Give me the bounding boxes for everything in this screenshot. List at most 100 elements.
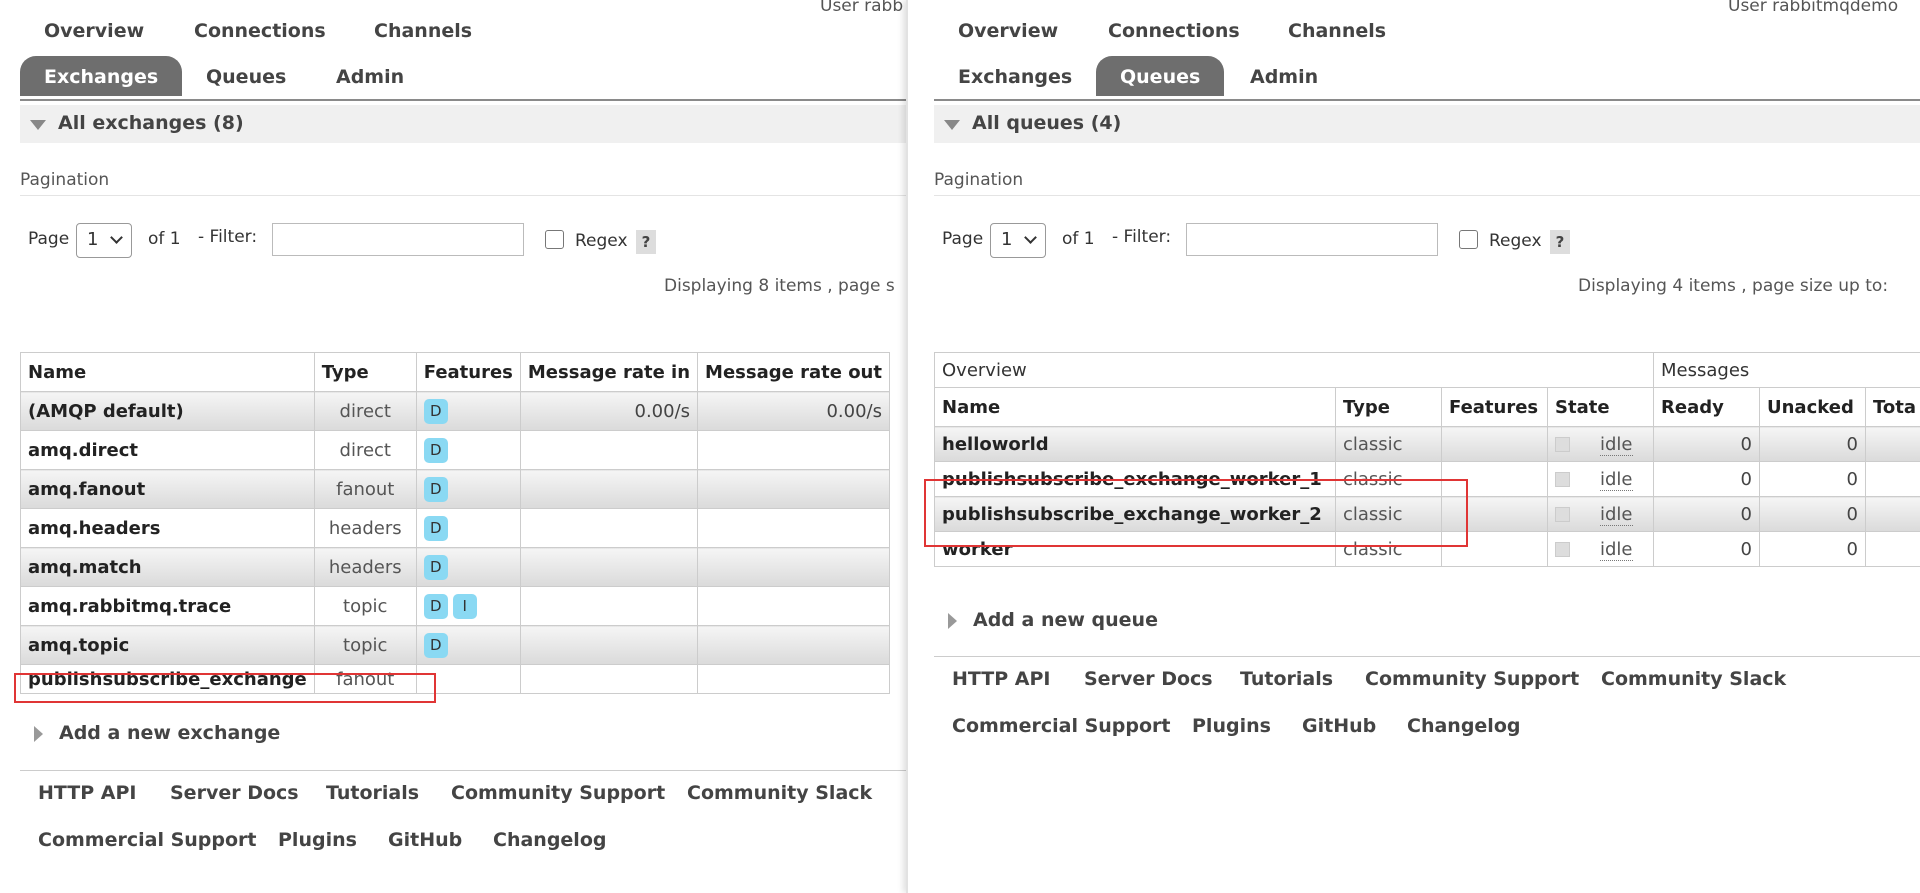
nav-exchanges[interactable]: Exchanges xyxy=(20,56,183,96)
footer-plugins[interactable]: Plugins xyxy=(278,829,357,851)
unacked-count: 0 xyxy=(1759,461,1866,497)
table-row[interactable]: amq.rabbitmq.trace topic D I xyxy=(20,586,890,626)
col-state[interactable]: State xyxy=(1547,387,1654,427)
col-features[interactable]: Features xyxy=(415,352,521,392)
unacked-count: 0 xyxy=(1759,496,1866,532)
page-of-label: of 1 xyxy=(148,229,181,249)
state-label: idle xyxy=(1600,538,1633,561)
footer-http-api[interactable]: HTTP API xyxy=(38,782,137,804)
col-features[interactable]: Features xyxy=(1441,387,1548,427)
regex-checkbox[interactable] xyxy=(1459,230,1478,249)
queue-state: idle xyxy=(1547,461,1654,497)
chevron-down-icon xyxy=(110,231,123,244)
nav-admin[interactable]: Admin xyxy=(312,56,428,96)
filter-input[interactable] xyxy=(1186,223,1438,256)
footer-http-api[interactable]: HTTP API xyxy=(952,668,1051,690)
col-type[interactable]: Type xyxy=(1335,387,1442,427)
total-count xyxy=(1865,426,1920,462)
exchange-type: topic xyxy=(313,586,417,626)
exchange-name[interactable]: amq.headers xyxy=(20,508,315,548)
nav-queues[interactable]: Queues xyxy=(1096,56,1225,96)
table-row[interactable]: amq.topic topic D xyxy=(20,625,890,665)
footer-commercial-support[interactable]: Commercial Support xyxy=(38,829,257,851)
nav-connections[interactable]: Connections xyxy=(1084,10,1264,50)
rate-in xyxy=(519,508,699,548)
queues-pane: User rabbitmqdemo Overview Connections C… xyxy=(906,0,1920,893)
nav-overview[interactable]: Overview xyxy=(20,10,168,50)
footer-changelog[interactable]: Changelog xyxy=(1407,715,1520,737)
table-row[interactable]: helloworld classic idle 0 0 xyxy=(934,426,1920,462)
nav-admin[interactable]: Admin xyxy=(1226,56,1342,96)
nav-overview[interactable]: Overview xyxy=(934,10,1082,50)
table-row[interactable]: amq.direct direct D xyxy=(20,430,890,470)
footer-github[interactable]: GitHub xyxy=(1302,715,1376,737)
nav-divider xyxy=(20,99,906,101)
col-total[interactable]: Tota xyxy=(1865,387,1920,427)
exchange-features: DI xyxy=(415,586,521,626)
nav-exchanges[interactable]: Exchanges xyxy=(934,56,1096,96)
regex-checkbox[interactable] xyxy=(545,230,564,249)
add-exchange-toggle[interactable]: Add a new exchange xyxy=(20,722,280,744)
expand-icon xyxy=(34,725,43,742)
footer-community-slack[interactable]: Community Slack xyxy=(687,782,872,804)
exchange-name[interactable]: amq.topic xyxy=(20,625,315,665)
col-rate-in[interactable]: Message rate in xyxy=(519,352,699,392)
nav-connections[interactable]: Connections xyxy=(170,10,350,50)
table-row[interactable]: amq.match headers D xyxy=(20,547,890,587)
footer-community-support[interactable]: Community Support xyxy=(1365,668,1579,690)
add-queue-toggle[interactable]: Add a new queue xyxy=(934,609,1158,631)
footer-plugins[interactable]: Plugins xyxy=(1192,715,1271,737)
queue-name[interactable]: helloworld xyxy=(934,426,1336,462)
section-header[interactable]: All queues (4) xyxy=(934,105,1920,143)
exchange-name[interactable]: amq.fanout xyxy=(20,469,315,509)
nav-queues[interactable]: Queues xyxy=(182,56,310,96)
queue-state: idle xyxy=(1547,496,1654,532)
state-indicator-icon xyxy=(1555,507,1570,522)
footer-changelog[interactable]: Changelog xyxy=(493,829,606,851)
footer-commercial-support[interactable]: Commercial Support xyxy=(952,715,1171,737)
col-ready[interactable]: Ready xyxy=(1653,387,1760,427)
col-name[interactable]: Name xyxy=(934,387,1336,427)
rate-out xyxy=(697,625,890,665)
add-queue-label: Add a new queue xyxy=(973,609,1158,631)
table-row[interactable]: (AMQP default) direct D 0.00/s 0.00/s xyxy=(20,391,890,431)
page-of-label: of 1 xyxy=(1062,229,1095,249)
feature-badge: D xyxy=(423,515,448,541)
footer-server-docs[interactable]: Server Docs xyxy=(170,782,299,804)
total-count xyxy=(1865,461,1920,497)
regex-label: Regex xyxy=(1489,231,1542,251)
page-select[interactable]: 1 xyxy=(76,223,132,258)
table-row[interactable]: amq.headers headers D xyxy=(20,508,890,548)
footer-community-support[interactable]: Community Support xyxy=(451,782,665,804)
page-label: Page xyxy=(28,229,70,249)
exchange-name[interactable]: (AMQP default) xyxy=(20,391,315,431)
footer-tutorials[interactable]: Tutorials xyxy=(326,782,419,804)
exchange-name[interactable]: amq.direct xyxy=(20,430,315,470)
filter-input[interactable] xyxy=(272,223,524,256)
col-type[interactable]: Type xyxy=(313,352,417,392)
nav-channels[interactable]: Channels xyxy=(350,10,496,50)
footer-tutorials[interactable]: Tutorials xyxy=(1240,668,1333,690)
col-name[interactable]: Name xyxy=(20,352,315,392)
group-messages: Messages xyxy=(1653,352,1920,388)
pagination-divider xyxy=(20,195,906,196)
nav-channels[interactable]: Channels xyxy=(1264,10,1410,50)
page-select[interactable]: 1 xyxy=(990,223,1046,258)
table-row[interactable]: amq.fanout fanout D xyxy=(20,469,890,509)
help-icon[interactable]: ? xyxy=(1550,230,1570,254)
footer-server-docs[interactable]: Server Docs xyxy=(1084,668,1213,690)
group-overview: Overview xyxy=(934,352,1654,388)
feature-badge: D xyxy=(423,593,448,619)
help-icon[interactable]: ? xyxy=(636,230,656,254)
exchange-type: headers xyxy=(313,508,417,548)
col-rate-out[interactable]: Message rate out xyxy=(697,352,890,392)
section-header[interactable]: All exchanges (8) xyxy=(20,105,906,143)
footer-github[interactable]: GitHub xyxy=(388,829,462,851)
rate-in xyxy=(519,625,699,665)
ready-count: 0 xyxy=(1653,461,1760,497)
footer-community-slack[interactable]: Community Slack xyxy=(1601,668,1786,690)
pagination-divider xyxy=(934,195,1920,196)
exchange-name[interactable]: amq.match xyxy=(20,547,315,587)
exchange-name[interactable]: amq.rabbitmq.trace xyxy=(20,586,315,626)
col-unacked[interactable]: Unacked xyxy=(1759,387,1866,427)
